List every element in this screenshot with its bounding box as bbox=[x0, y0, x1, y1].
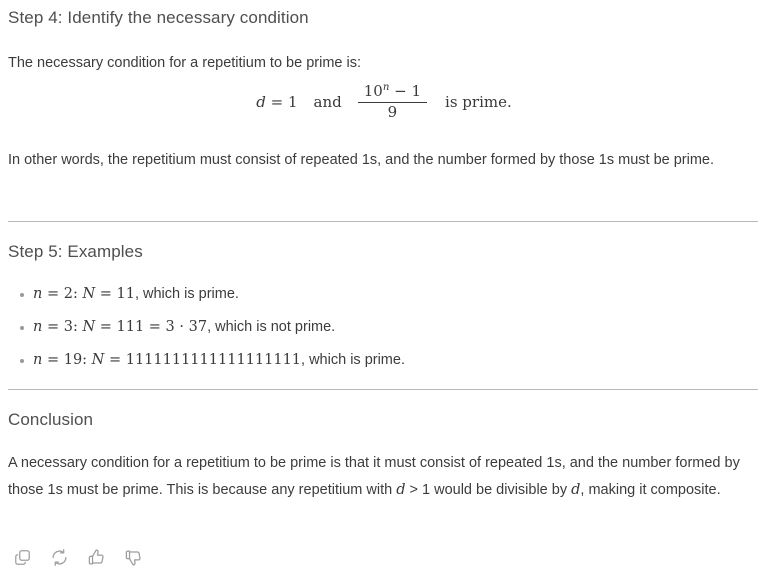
step5-heading: Step 5: Examples bbox=[8, 242, 143, 261]
equation-lhs-value: 1 bbox=[287, 93, 298, 112]
equation-lhs-relation: = bbox=[265, 93, 288, 112]
example-variable: n bbox=[33, 352, 43, 368]
example-verdict: , which is not prime. bbox=[207, 319, 336, 335]
example-colon-1: : bbox=[82, 352, 92, 368]
divider-after-step5 bbox=[8, 389, 758, 390]
numerator-base: 10 bbox=[363, 82, 383, 100]
fraction-denominator: 9 bbox=[387, 102, 398, 121]
step4-heading-wrap: Step 4: Identify the necessary condition bbox=[8, 8, 760, 28]
conclusion-heading-wrap: Conclusion bbox=[8, 410, 760, 430]
example-equals-1: = bbox=[42, 286, 64, 302]
example-equals-1: = bbox=[42, 319, 64, 335]
list-item: n = 2: N = 11, which is prime. bbox=[0, 278, 768, 311]
equation-lhs-variable: d bbox=[256, 93, 266, 112]
necessary-condition-equation: d = 1 and 10n − 1 9 is prime. bbox=[0, 82, 768, 121]
example-equals-1: = bbox=[42, 352, 64, 368]
example-result-value: 111 = 3 · 37 bbox=[116, 319, 208, 335]
conclusion-text-part3: , making it composite. bbox=[580, 482, 721, 498]
example-variable: n bbox=[33, 319, 43, 335]
equation-tail-text: is prime. bbox=[445, 93, 512, 112]
conclusion-text-part2: > 1 would be divisible by bbox=[405, 482, 572, 498]
step4-closing-text: In other words, the repetitium must cons… bbox=[8, 152, 715, 168]
conclusion-text: A necessary condition for a repetitium t… bbox=[8, 450, 750, 504]
examples-list: n = 2: N = 11, which is prime. n = 3: N … bbox=[0, 278, 768, 377]
copy-icon bbox=[13, 548, 32, 567]
example-result-value: 11 bbox=[116, 286, 135, 302]
equation-fraction: 10n − 1 9 bbox=[357, 82, 428, 121]
example-result-variable: N bbox=[82, 286, 96, 302]
thumbs-up-button[interactable] bbox=[82, 543, 110, 571]
regenerate-button[interactable] bbox=[45, 543, 73, 571]
thumbs-down-icon bbox=[124, 548, 143, 567]
regenerate-icon bbox=[50, 548, 69, 567]
conclusion-body-wrap: A necessary condition for a repetitium t… bbox=[8, 450, 750, 504]
numerator-tail: − 1 bbox=[389, 82, 422, 100]
example-equals-2: = bbox=[104, 352, 126, 368]
list-item: n = 3: N = 111 = 3 · 37, which is not pr… bbox=[0, 311, 768, 344]
message-action-bar bbox=[8, 543, 147, 571]
example-value: 3 bbox=[63, 319, 73, 335]
example-variable: n bbox=[33, 286, 43, 302]
step4-closing-wrap: In other words, the repetitium must cons… bbox=[8, 147, 753, 174]
copy-button[interactable] bbox=[8, 543, 36, 571]
step4-heading: Step 4: Identify the necessary condition bbox=[8, 8, 309, 27]
step4-intro-text: The necessary condition for a repetitium… bbox=[8, 55, 361, 71]
thumbs-up-icon bbox=[87, 548, 106, 567]
example-equals-2: = bbox=[95, 319, 117, 335]
step5-heading-wrap: Step 5: Examples bbox=[8, 242, 760, 262]
example-verdict: , which is prime. bbox=[134, 286, 239, 302]
step4-intro-wrap: The necessary condition for a repetitium… bbox=[8, 50, 760, 77]
example-value: 19 bbox=[63, 352, 83, 368]
fraction-numerator: 10n − 1 bbox=[358, 82, 427, 102]
answer-page: Step 4: Identify the necessary condition… bbox=[0, 0, 768, 575]
thumbs-down-button[interactable] bbox=[119, 543, 147, 571]
example-equals-2: = bbox=[95, 286, 117, 302]
example-value: 2 bbox=[63, 286, 73, 302]
example-result-variable: N bbox=[91, 352, 105, 368]
equation-lhs: d = 1 bbox=[256, 93, 297, 111]
divider-after-step4 bbox=[8, 221, 758, 222]
conclusion-heading: Conclusion bbox=[8, 410, 94, 429]
example-result-variable: N bbox=[82, 319, 96, 335]
example-result-value: 1111111111111111111 bbox=[125, 352, 302, 368]
example-verdict: , which is prime. bbox=[301, 352, 405, 368]
equation-conjunction: and bbox=[313, 93, 342, 112]
list-item: n = 19: N = 1111111111111111111, which i… bbox=[0, 344, 768, 377]
